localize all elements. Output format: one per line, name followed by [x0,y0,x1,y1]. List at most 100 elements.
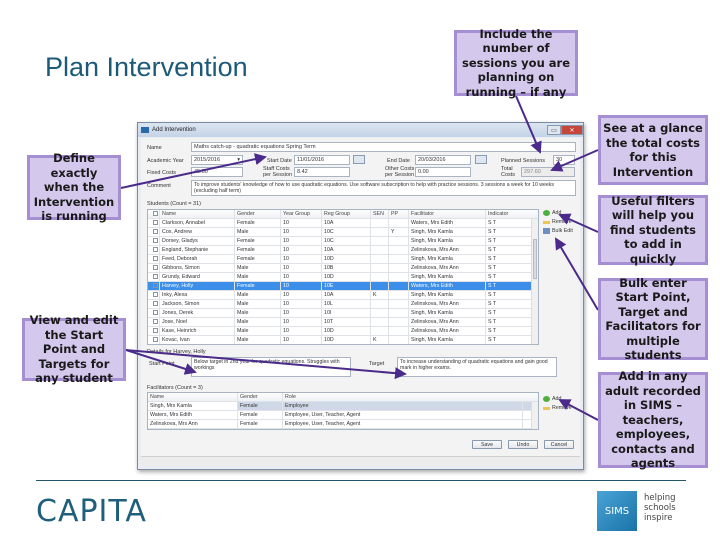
student-indicator: S T [488,238,497,244]
scrollbar-thumb[interactable] [533,239,537,279]
add-facilitator-button[interactable]: Add [543,396,561,402]
callout-define: Define exactly when the Intervention is … [27,151,121,223]
student-facilitator: Zelinskova, Mrs Ann [409,300,486,308]
col-gender[interactable]: Gender [235,210,281,218]
row-checkbox[interactable] [153,247,158,252]
cancel-button[interactable]: Cancel [544,440,574,449]
row-checkbox[interactable] [153,319,158,324]
student-facilitator: Singh, Mrs Kamla [409,291,486,299]
col-indicator[interactable]: Indicator [486,210,532,218]
student-reg: 10C [322,237,371,245]
student-name: Dorsey, Gladys [160,237,235,245]
student-reg: 10B [322,264,371,272]
row-checkbox[interactable] [153,337,158,342]
student-row[interactable]: Harvey, Holly Female 10 10E Waters, Mrs Edit… [148,282,538,291]
student-name: Gibbons, Simon [160,264,235,272]
other-costs-input[interactable]: 0.00 [415,167,471,177]
student-row[interactable]: Kase, Heinrich Male 10 10D Zelinskova, Mrs A… [148,327,538,336]
row-checkbox[interactable] [153,310,158,315]
col-sen[interactable]: SEN [371,210,389,218]
remove-facilitator-button[interactable]: Remove [543,405,572,411]
row-checkbox[interactable] [153,292,158,297]
facilitators-scrollbar[interactable] [531,402,538,429]
student-row[interactable]: Feed, Deborah Female 10 10D Singh, Mrs Kamla… [148,255,538,264]
start-point-textarea[interactable]: Below target in 2nd year for quadratic e… [191,357,351,377]
comment-textarea[interactable]: To improve students' knowledge of how to… [191,180,576,196]
remove-student-label: Remove [552,219,572,225]
student-row[interactable]: Dorsey, Gladys Female 10 10C Singh, Mrs Kaml… [148,237,538,246]
student-facilitator: Singh, Mrs Kamla [409,228,486,236]
select-all-checkbox[interactable] [153,211,158,216]
student-row[interactable]: Jones, Derek Male 10 10I Singh, Mrs Kamla S T [148,309,538,318]
student-indicator: S T [488,256,497,262]
planned-sessions-input[interactable]: 30 [553,155,575,165]
student-reg: 10D [322,327,371,335]
start-date-label: Start Date [267,158,292,164]
close-button[interactable]: ✕ [561,125,583,135]
student-row[interactable]: Inky, Alexa Male 10 10A K Singh, Mrs Kamla S T [148,291,538,300]
target-textarea[interactable]: To increase understanding of quadratic e… [397,357,557,377]
bulk-edit-button[interactable]: Bulk Edit [543,228,573,234]
add-student-button[interactable]: Add [543,210,561,216]
student-name: Jose, Noel [160,318,235,326]
col-reg-group[interactable]: Reg Group [322,210,371,218]
student-row[interactable]: Clarkson, Annabel Female 10 10A Waters, Mrs … [148,219,538,228]
end-date-calendar-icon[interactable] [475,155,487,164]
facilitator-row[interactable]: Zelinskova, Mrs Ann Female Employee, User,… [148,420,538,429]
start-date-input[interactable]: 11/01/2016 [294,155,350,165]
student-facilitator: Zelinskova, Mrs Ann [409,327,486,335]
student-name: Harvey, Holly [160,282,235,290]
students-scrollbar[interactable] [531,219,538,344]
student-row[interactable]: Grundy, Edward Male 10 10D Singh, Mrs Kamla S… [148,273,538,282]
add-facilitator-label: Add [552,396,562,402]
remove-student-button[interactable]: Remove [543,219,572,225]
save-button[interactable]: Save [472,440,502,449]
end-date-label: End Date [387,158,410,164]
row-checkbox[interactable] [153,328,158,333]
student-gender: Female [235,237,281,245]
col-year-group[interactable]: Year Group [281,210,322,218]
student-row[interactable]: Jose, Noel Male 10 10T Zelinskova, Mrs Ann S … [148,318,538,327]
student-sen [371,228,389,236]
col-name[interactable]: Name [160,210,235,218]
facilitator-name: Singh, Mrs Kamla [148,402,238,410]
callout-filters: Useful filters will help you find studen… [598,194,708,266]
student-year: 10 [281,273,322,281]
student-row[interactable]: England, Stephanie Female 10 10A Zelinskova,… [148,246,538,255]
comment-label: Comment [147,183,171,189]
row-checkbox[interactable] [153,265,158,270]
undo-button[interactable]: Undo [508,440,538,449]
restore-button[interactable]: ▭ [547,125,561,135]
col-pp[interactable]: PP [389,210,409,218]
fcol-role[interactable]: Role [283,393,523,401]
total-costs-output: 297.60 [521,167,575,177]
end-date-input[interactable]: 20/03/2016 [415,155,471,165]
student-reg: 10D [322,336,371,344]
row-checkbox[interactable] [153,220,158,225]
row-checkbox[interactable] [153,238,158,243]
total-costs-label: Total Costs [501,166,516,178]
student-row[interactable]: Jackson, Simon Male 10 10L Zelinskova, Mrs A… [148,300,538,309]
academic-year-select[interactable]: 2015/2016 ▾ [191,155,243,165]
callout-view-edit: View and edit the Start Point and Target… [22,313,126,385]
student-row[interactable]: Kovac, Ivan Male 10 10D K Singh, Mrs Kamla S T [148,336,538,344]
start-date-calendar-icon[interactable] [353,155,365,164]
name-input[interactable]: Maths catch-up - quadratic equations Spr… [191,142,576,152]
col-facilitator[interactable]: Facilitator [409,210,486,218]
student-gender: Male [235,327,281,335]
fixed-costs-input[interactable]: 45.00 [191,167,243,177]
student-row[interactable]: Cox, Andrew Male 10 10C Y Singh, Mrs Kamla S T [148,228,538,237]
fcol-name[interactable]: Name [148,393,238,401]
facilitator-row[interactable]: Waters, Mrs Edith Female Employee, User, T… [148,411,538,420]
student-reg: 10D [322,273,371,281]
staff-costs-input[interactable]: 8.42 [294,167,350,177]
facilitator-row[interactable]: Singh, Mrs Kamla Female Employee [148,402,538,411]
student-row[interactable]: Gibbons, Simon Male 10 10B Zelinskova, Mrs A… [148,264,538,273]
fcol-gender[interactable]: Gender [238,393,283,401]
row-checkbox[interactable] [153,256,158,261]
facilitator-name: Zelinskova, Mrs Ann [148,420,238,428]
row-checkbox[interactable] [153,301,158,306]
row-checkbox[interactable] [153,283,158,288]
row-checkbox[interactable] [153,229,158,234]
row-checkbox[interactable] [153,274,158,279]
